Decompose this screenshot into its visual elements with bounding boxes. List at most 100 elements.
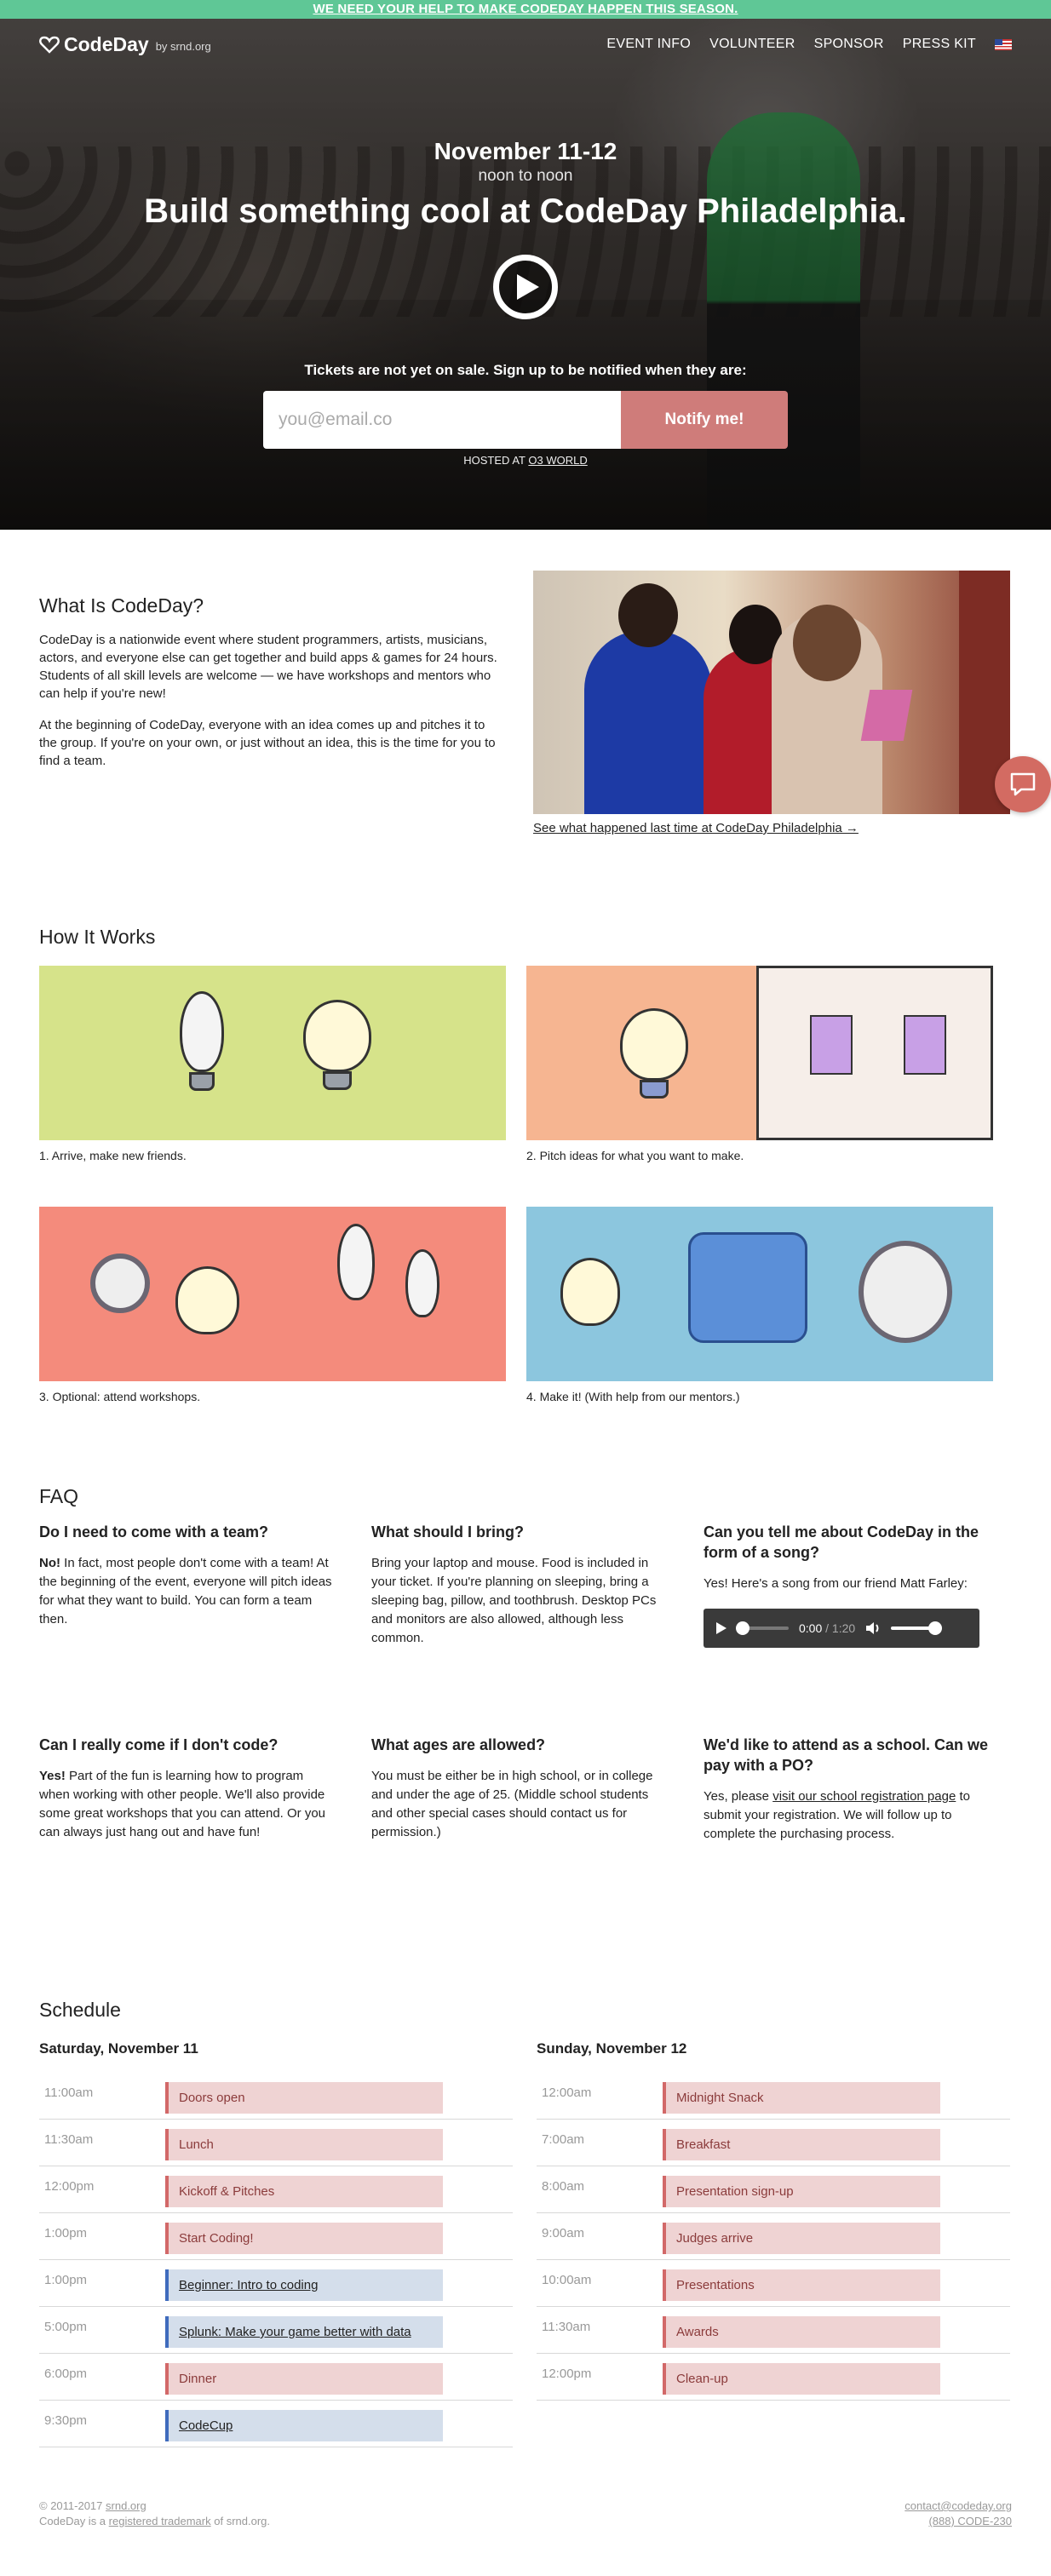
help-banner[interactable]: WE NEED YOUR HELP TO MAKE CODEDAY HAPPEN… [0, 0, 1051, 19]
previous-event-photo [533, 571, 1010, 814]
volume-icon[interactable] [865, 1621, 881, 1635]
how-step-1: 1. Arrive, make new friends. [39, 966, 506, 1162]
nav-links: EVENT INFO VOLUNTEER SPONSOR PRESS KIT [606, 37, 1012, 52]
us-flag-icon[interactable] [995, 38, 1012, 50]
faq-answer: Bring your laptop and mouse. Food is inc… [371, 1556, 657, 1645]
schedule-row: 1:00pm Start Coding! [39, 2213, 513, 2260]
how-step-3: 3. Optional: attend workshops. [39, 1207, 506, 1403]
schedule-row: 8:00am Presentation sign-up [537, 2166, 1010, 2213]
workshop-link[interactable]: Beginner: Intro to coding [165, 2269, 443, 2301]
schedule-event: Presentation sign-up [663, 2176, 940, 2207]
faq-item-no-code: Can I really come if I don't code? Yes! … [39, 1735, 337, 1948]
venue-link[interactable]: O3 WORLD [528, 454, 587, 467]
trademark-link[interactable]: registered trademark [109, 2515, 211, 2527]
faq-item-song: Can you tell me about CodeDay in the for… [704, 1522, 1002, 1735]
logo-name: CodeDay [64, 32, 149, 55]
step-1-illustration [39, 966, 506, 1140]
contact-phone-link[interactable]: (888) CODE-230 [928, 2515, 1012, 2527]
schedule-row: 11:30am Awards [537, 2307, 1010, 2354]
schedule-row: 12:00pm Clean-up [537, 2354, 1010, 2401]
workshop-link[interactable]: Splunk: Make your game better with data [165, 2316, 443, 2348]
play-video-button[interactable] [493, 255, 558, 319]
faq-question: What should I bring? [371, 1523, 524, 1540]
what-heading: What Is CodeDay? [39, 594, 204, 617]
schedule-event: Midnight Snack [663, 2082, 940, 2114]
top-nav: CodeDay by srnd.org EVENT INFO VOLUNTEER… [0, 19, 1051, 70]
play-icon[interactable] [715, 1621, 727, 1635]
footer: © 2011-2017 srnd.org CodeDay is a regist… [0, 2499, 1051, 2563]
contact-email-link[interactable]: contact@codeday.org [905, 2499, 1012, 2512]
faq-question: What ages are allowed? [371, 1736, 546, 1753]
faq-question: Can you tell me about CodeDay in the for… [704, 1523, 979, 1561]
logo-by: by srnd.org [155, 39, 211, 53]
schedule-row: 5:00pm Splunk: Make your game better with… [39, 2307, 513, 2354]
help-banner-text[interactable]: WE NEED YOUR HELP TO MAKE CODEDAY HAPPEN… [313, 2, 738, 16]
logo[interactable]: CodeDay by srnd.org [39, 33, 211, 56]
schedule-row: 6:00pm Dinner [39, 2354, 513, 2401]
hero: CodeDay by srnd.org EVENT INFO VOLUNTEER… [0, 19, 1051, 530]
faq-question: We'd like to attend as a school. Can we … [704, 1736, 989, 1774]
schedule-event: Dinner [165, 2363, 443, 2395]
audio-duration: 1:20 [831, 1621, 856, 1635]
step-4-illustration [526, 1207, 993, 1381]
schedule-day-saturday: Saturday, November 11 11:00am Doors open … [39, 2040, 513, 2447]
faq-answer: No! In fact, most people don't come with… [39, 1556, 332, 1626]
notify-button[interactable]: Notify me! [621, 391, 788, 449]
schedule-row: 9:00am Judges arrive [537, 2213, 1010, 2260]
nav-event-info[interactable]: EVENT INFO [606, 37, 691, 52]
faq-answer: Yes, please visit our school registratio… [704, 1789, 970, 1841]
faq-answer: You must be either be in high school, or… [371, 1769, 653, 1839]
nav-press-kit[interactable]: PRESS KIT [903, 37, 976, 52]
faq-question: Do I need to come with a team? [39, 1523, 269, 1540]
schedule-event: Kickoff & Pitches [165, 2176, 443, 2207]
faq-item-bring: What should I bring? Bring your laptop a… [371, 1522, 669, 1735]
faq-item-ages: What ages are allowed? You must be eithe… [371, 1735, 669, 1948]
schedule-row: 9:30pm CodeCup [39, 2401, 513, 2447]
event-time: noon to noon [478, 167, 573, 185]
audio-time: 0:00 / 1:20 [799, 1621, 856, 1635]
schedule-day-sunday: Sunday, November 12 12:00am Midnight Snac… [537, 2040, 1010, 2447]
play-icon [517, 274, 539, 300]
email-input[interactable] [263, 391, 621, 449]
step-4-caption: 4. Make it! (With help from our mentors.… [526, 1390, 740, 1403]
workshop-link[interactable]: CodeCup [165, 2410, 443, 2441]
faq-question: Can I really come if I don't code? [39, 1736, 279, 1753]
what-paragraph-2: At the beginning of CodeDay, everyone wi… [39, 718, 496, 768]
schedule-row: 1:00pm Beginner: Intro to coding [39, 2260, 513, 2307]
hero-content: November 11-12 noon to noon Build someth… [0, 19, 1051, 467]
heart-logo-icon [39, 36, 60, 54]
faq-item-team: Do I need to come with a team? No! In fa… [39, 1522, 337, 1735]
schedule-event: Clean-up [663, 2363, 940, 2395]
notify-text: Tickets are not yet on sale. Sign up to … [304, 362, 747, 378]
hosted-at: HOSTED AT O3 WORLD [0, 454, 1051, 467]
audio-player[interactable]: 0:00 / 1:20 [704, 1609, 979, 1648]
chat-button[interactable] [995, 756, 1051, 812]
nav-sponsor[interactable]: SPONSOR [814, 37, 884, 52]
school-registration-link[interactable]: visit our school registration page [772, 1789, 956, 1804]
audio-progress-bar[interactable] [736, 1621, 789, 1635]
faq-section: FAQ Do I need to come with a team? No! I… [0, 1485, 1051, 1948]
schedule-event: Lunch [165, 2129, 443, 2160]
schedule-section: Schedule Saturday, November 11 11:00am Do… [0, 1999, 1051, 2447]
how-step-4: 4. Make it! (With help from our mentors.… [526, 1207, 993, 1403]
step-3-illustration [39, 1207, 506, 1381]
chat-icon [1010, 772, 1036, 796]
what-section: What Is CodeDay? CodeDay is a nationwide… [0, 571, 1051, 835]
schedule-event: Doors open [165, 2082, 443, 2114]
how-section: How It Works 1. Arrive, make new friends… [0, 926, 1051, 1403]
step-2-illustration [526, 966, 993, 1140]
schedule-event: Awards [663, 2316, 940, 2348]
volume-slider[interactable] [891, 1621, 943, 1635]
step-3-caption: 3. Optional: attend workshops. [39, 1390, 201, 1403]
srnd-link[interactable]: srnd.org [106, 2499, 146, 2512]
schedule-event: Presentations [663, 2269, 940, 2301]
schedule-row: 7:00am Breakfast [537, 2120, 1010, 2166]
nav-volunteer[interactable]: VOLUNTEER [709, 37, 795, 52]
schedule-row: 11:30am Lunch [39, 2120, 513, 2166]
schedule-row: 12:00pm Kickoff & Pitches [39, 2166, 513, 2213]
how-step-2: 2. Pitch ideas for what you want to make… [526, 966, 993, 1162]
schedule-row: 12:00am Midnight Snack [537, 2073, 1010, 2120]
previous-event-link[interactable]: See what happened last time at CodeDay P… [533, 821, 1010, 835]
trademark-note: CodeDay is a registered trademark of srn… [39, 2515, 271, 2527]
step-2-caption: 2. Pitch ideas for what you want to make… [526, 1149, 744, 1162]
